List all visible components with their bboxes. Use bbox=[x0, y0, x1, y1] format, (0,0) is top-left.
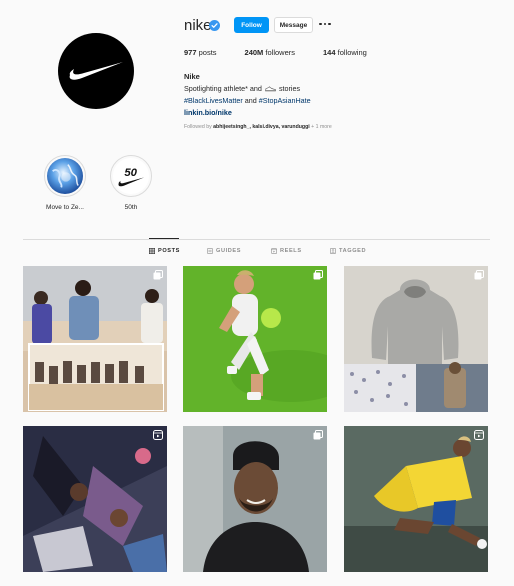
hashtag-stopasianhate[interactable]: #StopAsianHate bbox=[259, 96, 311, 105]
sneaker-emoji-icon bbox=[265, 85, 276, 91]
post-tile[interactable] bbox=[23, 266, 167, 412]
message-button[interactable]: Message bbox=[274, 17, 313, 33]
profile-avatar[interactable] bbox=[58, 33, 134, 109]
profile-username: nike bbox=[184, 17, 212, 34]
more-options-icon[interactable] bbox=[319, 19, 333, 29]
tab-tagged[interactable]: TAGGED bbox=[330, 248, 366, 254]
profile-stats: 977 posts 240M followers 144 following bbox=[184, 48, 395, 57]
post-tile[interactable] bbox=[23, 426, 167, 572]
profile-display-name: Nike bbox=[184, 72, 200, 81]
multiple-posts-icon bbox=[313, 270, 323, 280]
post-tile[interactable] bbox=[344, 426, 488, 572]
highlight-globe-thumbnail bbox=[47, 158, 83, 194]
tagged-icon bbox=[330, 248, 336, 254]
nike-swoosh-logo bbox=[69, 62, 123, 80]
bio-link[interactable]: linkin.bio/nike bbox=[184, 108, 232, 117]
highlight-50-thumbnail: 50 bbox=[113, 158, 149, 194]
tab-guides[interactable]: GUIDES bbox=[207, 248, 241, 254]
post-image-football-player bbox=[344, 426, 488, 572]
post-image-man-in-beanie bbox=[183, 426, 327, 572]
bio-line-1: Spotlighting athlete* and stories bbox=[184, 84, 301, 93]
tab-reels[interactable]: REELS bbox=[271, 248, 302, 254]
followers-stat[interactable]: 240M followers bbox=[245, 48, 295, 57]
followed-by-text[interactable]: Followed by abhijeetsingh_, kalsi.divya,… bbox=[184, 124, 332, 130]
hashtag-blacklivesmatter[interactable]: #BlackLivesMatter bbox=[184, 96, 243, 105]
verified-badge-icon bbox=[209, 20, 220, 31]
tab-posts[interactable]: POSTS bbox=[149, 248, 180, 254]
follow-button[interactable]: Follow bbox=[234, 17, 269, 33]
highlight-label: Move to Ze... bbox=[46, 204, 84, 211]
highlight-label: 50th bbox=[124, 204, 138, 211]
post-image-athlete-green-backdrop bbox=[183, 266, 327, 412]
post-image-grey-hoodie-collage bbox=[344, 266, 488, 412]
multiple-posts-icon bbox=[153, 270, 163, 280]
multiple-posts-icon bbox=[313, 430, 323, 440]
guides-icon bbox=[207, 248, 213, 254]
grid-icon bbox=[149, 248, 155, 254]
svg-text:50: 50 bbox=[124, 167, 137, 179]
post-tile[interactable] bbox=[344, 266, 488, 412]
posts-stat: 977 posts bbox=[184, 48, 217, 57]
tabs-divider bbox=[23, 239, 490, 240]
post-image-dancers-overhead bbox=[23, 426, 167, 572]
multiple-posts-icon bbox=[474, 270, 484, 280]
reel-icon bbox=[153, 430, 163, 440]
reels-icon bbox=[271, 248, 277, 254]
active-tab-indicator bbox=[149, 238, 179, 239]
bio-line-2: #BlackLivesMatter and #StopAsianHate bbox=[184, 96, 311, 105]
highlight-move-to-zero[interactable]: Move to Ze... bbox=[42, 155, 88, 211]
post-tile[interactable] bbox=[183, 266, 327, 412]
following-stat[interactable]: 144 following bbox=[323, 48, 367, 57]
post-tile[interactable] bbox=[183, 426, 327, 572]
reel-icon bbox=[474, 430, 484, 440]
post-image-group-on-beach bbox=[23, 266, 167, 412]
highlight-50th[interactable]: 50 50th bbox=[108, 155, 154, 211]
